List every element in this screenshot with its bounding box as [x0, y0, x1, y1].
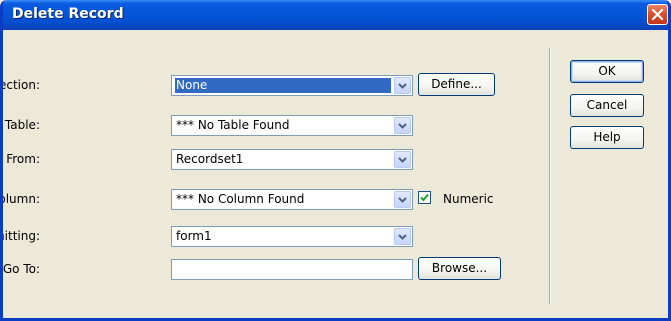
goto-input[interactable] [171, 259, 413, 280]
key-column-value: *** No Column Found [176, 192, 305, 206]
vertical-separator [549, 48, 550, 304]
connection-select[interactable]: None [171, 75, 413, 96]
numeric-label[interactable]: Numeric [443, 192, 494, 206]
submitting-label: Delete By Submitting: [3, 229, 40, 243]
table-select[interactable]: *** No Table Found [171, 115, 413, 136]
chevron-down-icon [398, 123, 407, 129]
numeric-checkbox[interactable] [418, 191, 431, 204]
connection-label: Connection: [3, 78, 40, 92]
chevron-down-icon [398, 83, 407, 89]
cancel-button[interactable]: Cancel [570, 94, 644, 117]
ok-button[interactable]: OK [570, 60, 644, 83]
recordset-dropdown-button[interactable] [394, 151, 411, 168]
close-icon [651, 8, 664, 21]
connection-value: None [175, 78, 391, 93]
recordset-row: Select Record From: Recordset1 [3, 147, 543, 171]
key-column-select[interactable]: *** No Column Found [171, 189, 413, 210]
help-button[interactable]: Help [570, 126, 644, 149]
goto-row: After Deleting, Go To: Browse... [3, 257, 543, 281]
submitting-select[interactable]: form1 [171, 226, 413, 247]
goto-label: After Deleting, Go To: [2, 262, 40, 276]
key-column-row: Unique Key Column: *** No Column Found N… [3, 187, 543, 211]
submitting-row: Delete By Submitting: form1 [3, 224, 543, 248]
key-column-dropdown-button[interactable] [394, 191, 411, 208]
recordset-value: Recordset1 [176, 152, 244, 166]
table-label: Delete From Table: [3, 118, 40, 132]
key-column-label: Unique Key Column: [3, 192, 40, 206]
chevron-down-icon [398, 234, 407, 240]
define-button[interactable]: Define... [418, 73, 495, 96]
chevron-down-icon [398, 157, 407, 163]
dialog-title: Delete Record [12, 6, 124, 22]
submitting-dropdown-button[interactable] [394, 228, 411, 245]
delete-record-dialog: Delete Record Connection: None Define...… [0, 0, 671, 321]
table-dropdown-button[interactable] [394, 117, 411, 134]
table-value: *** No Table Found [176, 118, 290, 132]
submitting-value: form1 [176, 229, 212, 243]
connection-row: Connection: None Define... [3, 73, 543, 97]
dialog-body: Connection: None Define... Delete From T… [3, 30, 668, 318]
recordset-label: Select Record From: [3, 152, 40, 166]
chevron-down-icon [398, 197, 407, 203]
table-row: Delete From Table: *** No Table Found [3, 113, 543, 137]
close-button[interactable] [647, 4, 668, 25]
browse-button[interactable]: Browse... [418, 257, 501, 280]
title-bar[interactable]: Delete Record [3, 0, 668, 30]
checkmark-icon [420, 193, 429, 202]
recordset-select[interactable]: Recordset1 [171, 149, 413, 170]
connection-dropdown-button[interactable] [394, 77, 411, 94]
